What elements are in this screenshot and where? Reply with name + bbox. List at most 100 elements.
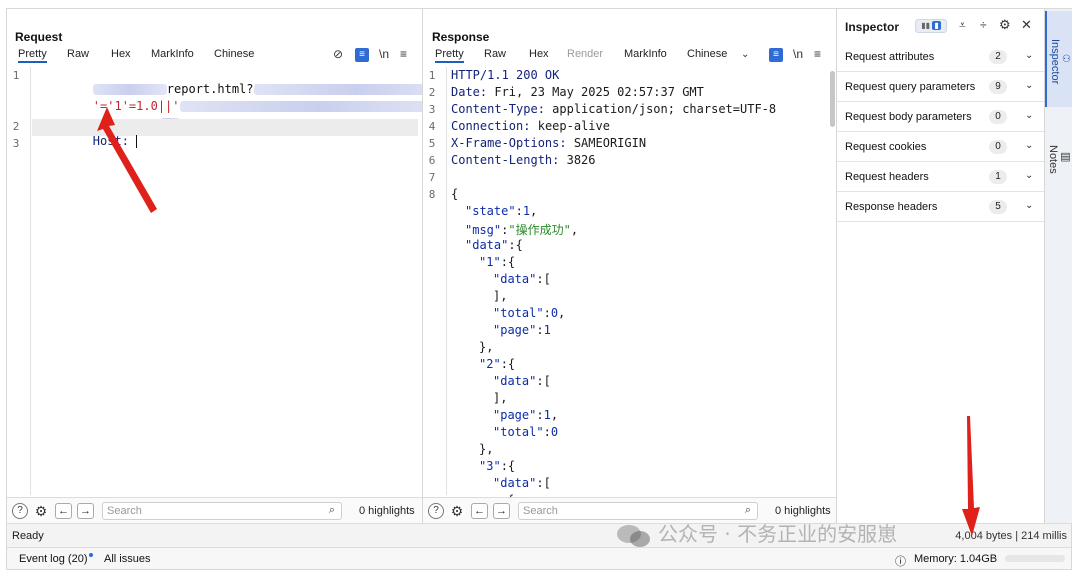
json-array-close: ],: [493, 391, 508, 405]
all-issues-link[interactable]: All issues: [104, 553, 150, 565]
request-tab-pretty[interactable]: Pretty: [18, 48, 47, 63]
count-badge: 9: [989, 80, 1007, 94]
request-bottombar: ? ⚙ ← → ⌕ 0 highlights: [7, 497, 422, 523]
inspector-header: Inspector ▮▮ ▮ ⩡ ÷ ⚙ ✕: [837, 9, 1044, 43]
search-icon[interactable]: ⌕: [329, 504, 335, 517]
json-page: "page":1: [493, 323, 551, 337]
memory-bar: [1005, 555, 1065, 562]
request-tabbar: Pretty Raw Hex MarkInfo Chinese ⊘ ≡ \n ≡: [7, 47, 422, 65]
notes-icon: ▤: [1059, 149, 1071, 163]
inspector-pane: Inspector ▮▮ ▮ ⩡ ÷ ⚙ ✕ Request attribute…: [837, 9, 1045, 523]
line-number: 8: [428, 188, 436, 201]
back-arrow-icon[interactable]: ←: [55, 503, 72, 519]
json-key-3: "3":{: [479, 459, 516, 473]
footer-bar: Event log (20) All issues ⓘ Memory: 1.04…: [7, 547, 1071, 569]
inspector-row-query-params[interactable]: Request query parameters 9 ⌄: [837, 72, 1044, 102]
burp-repeater-window: ▮▮ ▬ ■ Request Pretty Raw Hex MarkInfo C…: [6, 8, 1072, 570]
inspector-title: Inspector: [845, 20, 900, 34]
header-content-type: Content-Type: application/json; charset=…: [451, 102, 777, 116]
line-number: 2: [428, 86, 436, 99]
chevron-down-icon[interactable]: ⌄: [1025, 50, 1033, 61]
response-editor[interactable]: 1 2 3 4 5 6 7 8 HTTP/1.1 200 OK Date: Fr…: [423, 67, 836, 507]
response-tab-raw[interactable]: Raw: [484, 48, 506, 60]
inspector-layout-toggle[interactable]: ▮▮ ▮: [915, 19, 947, 33]
inspector-icon: ⚇: [1061, 53, 1072, 65]
header-connection: Connection: keep-alive: [451, 119, 610, 133]
json-key-1: "1":{: [479, 255, 516, 269]
help-icon[interactable]: ?: [428, 503, 444, 519]
menu-icon[interactable]: ≡: [814, 47, 821, 61]
response-tab-markinfo[interactable]: MarkInfo: [624, 48, 667, 60]
forward-arrow-icon[interactable]: →: [77, 503, 94, 519]
json-close-2: },: [479, 442, 494, 456]
back-arrow-icon[interactable]: ←: [471, 503, 488, 519]
response-highlights-count: 0 highlights: [775, 505, 831, 517]
pretty-format-icon[interactable]: ≡: [355, 48, 369, 62]
count-badge: 5: [989, 200, 1007, 214]
chevron-down-icon[interactable]: ⌄: [1025, 140, 1033, 151]
response-tab-chinese[interactable]: Chinese: [687, 48, 727, 60]
json-open-brace: {: [451, 187, 459, 201]
notification-dot: [89, 553, 94, 557]
count-badge: 2: [989, 50, 1007, 64]
search-icon[interactable]: ⌕: [745, 504, 751, 517]
chevron-down-icon[interactable]: ⌄: [1025, 110, 1033, 121]
response-gutter: 1 2 3 4 5 6 7 8: [423, 67, 447, 495]
pretty-format-icon[interactable]: ≡: [769, 48, 783, 62]
newline-toggle[interactable]: \n: [793, 47, 803, 61]
json-inner-data: "data":[: [493, 374, 551, 388]
settings-gear-icon[interactable]: ⚙: [33, 503, 49, 519]
collapse-all-icon[interactable]: ⩡: [959, 18, 966, 33]
inspector-row-request-headers[interactable]: Request headers 1 ⌄: [837, 162, 1044, 192]
response-scrollbar[interactable]: [828, 67, 836, 495]
event-log-link[interactable]: Event log (20): [19, 553, 94, 565]
chevron-down-icon[interactable]: ⌄: [741, 49, 749, 60]
chevron-down-icon[interactable]: ⌄: [1025, 200, 1033, 211]
line-number: 1: [428, 69, 436, 82]
settings-gear-icon[interactable]: ⚙: [999, 17, 1011, 33]
hide-eye-icon[interactable]: ⊘: [333, 47, 343, 61]
side-tab-notes[interactable]: ▤ Notes: [1045, 119, 1072, 199]
inspector-row-body-params[interactable]: Request body parameters 0 ⌄: [837, 102, 1044, 132]
forward-arrow-icon[interactable]: →: [493, 503, 510, 519]
json-array-close: ],: [493, 289, 508, 303]
menu-icon[interactable]: ≡: [400, 47, 407, 61]
inspector-row-response-headers[interactable]: Response headers 5 ⌄: [837, 192, 1044, 222]
scroll-thumb[interactable]: [830, 71, 835, 127]
expand-all-icon[interactable]: ÷: [980, 18, 987, 32]
response-search-input[interactable]: [523, 505, 723, 517]
inspector-row-cookies[interactable]: Request cookies 0 ⌄: [837, 132, 1044, 162]
close-icon[interactable]: ✕: [1021, 17, 1032, 33]
request-search-box: ⌕: [102, 502, 342, 520]
request-tab-chinese[interactable]: Chinese: [214, 48, 254, 60]
inspector-row-request-attributes[interactable]: Request attributes 2 ⌄: [837, 42, 1044, 72]
response-tab-hex[interactable]: Hex: [529, 48, 549, 60]
json-close-1: },: [479, 340, 494, 354]
request-pane: Request Pretty Raw Hex MarkInfo Chinese …: [7, 9, 423, 523]
request-search-input[interactable]: [107, 505, 307, 517]
json-total: "total":0,: [493, 306, 566, 320]
status-bar: Ready 4,004 bytes | 214 millis: [7, 523, 1071, 547]
request-tab-raw[interactable]: Raw: [67, 48, 89, 60]
count-badge: 0: [989, 110, 1007, 124]
header-date: Date: Fri, 23 May 2025 02:57:37 GMT: [451, 85, 704, 99]
response-tab-render[interactable]: Render: [567, 48, 603, 60]
help-icon[interactable]: ?: [12, 503, 28, 519]
settings-gear-icon[interactable]: ⚙: [449, 503, 465, 519]
newline-toggle[interactable]: \n: [379, 47, 389, 61]
status-line: HTTP/1.1 200 OK: [451, 68, 560, 82]
header-content-length: Content-Length: 3826: [451, 153, 596, 167]
side-tab-inspector[interactable]: ⚇ Inspector: [1045, 11, 1072, 107]
count-badge: 1: [989, 170, 1007, 184]
response-tab-pretty[interactable]: Pretty: [435, 48, 464, 63]
request-tab-markinfo[interactable]: MarkInfo: [151, 48, 194, 60]
line-number: 6: [428, 154, 436, 167]
chevron-down-icon[interactable]: ⌄: [1025, 170, 1033, 181]
response-tabbar: Pretty Raw Hex Render MarkInfo Chinese ⌄…: [423, 47, 836, 65]
chevron-down-icon[interactable]: ⌄: [1025, 80, 1033, 91]
json-inner-data: "data":[: [493, 476, 551, 490]
json-total: "total":0: [493, 425, 559, 439]
wechat-watermark: 公众号 · 不务正业的安服崽: [616, 518, 897, 549]
annotation-arrow-request: [97, 107, 157, 213]
request-tab-hex[interactable]: Hex: [111, 48, 131, 60]
